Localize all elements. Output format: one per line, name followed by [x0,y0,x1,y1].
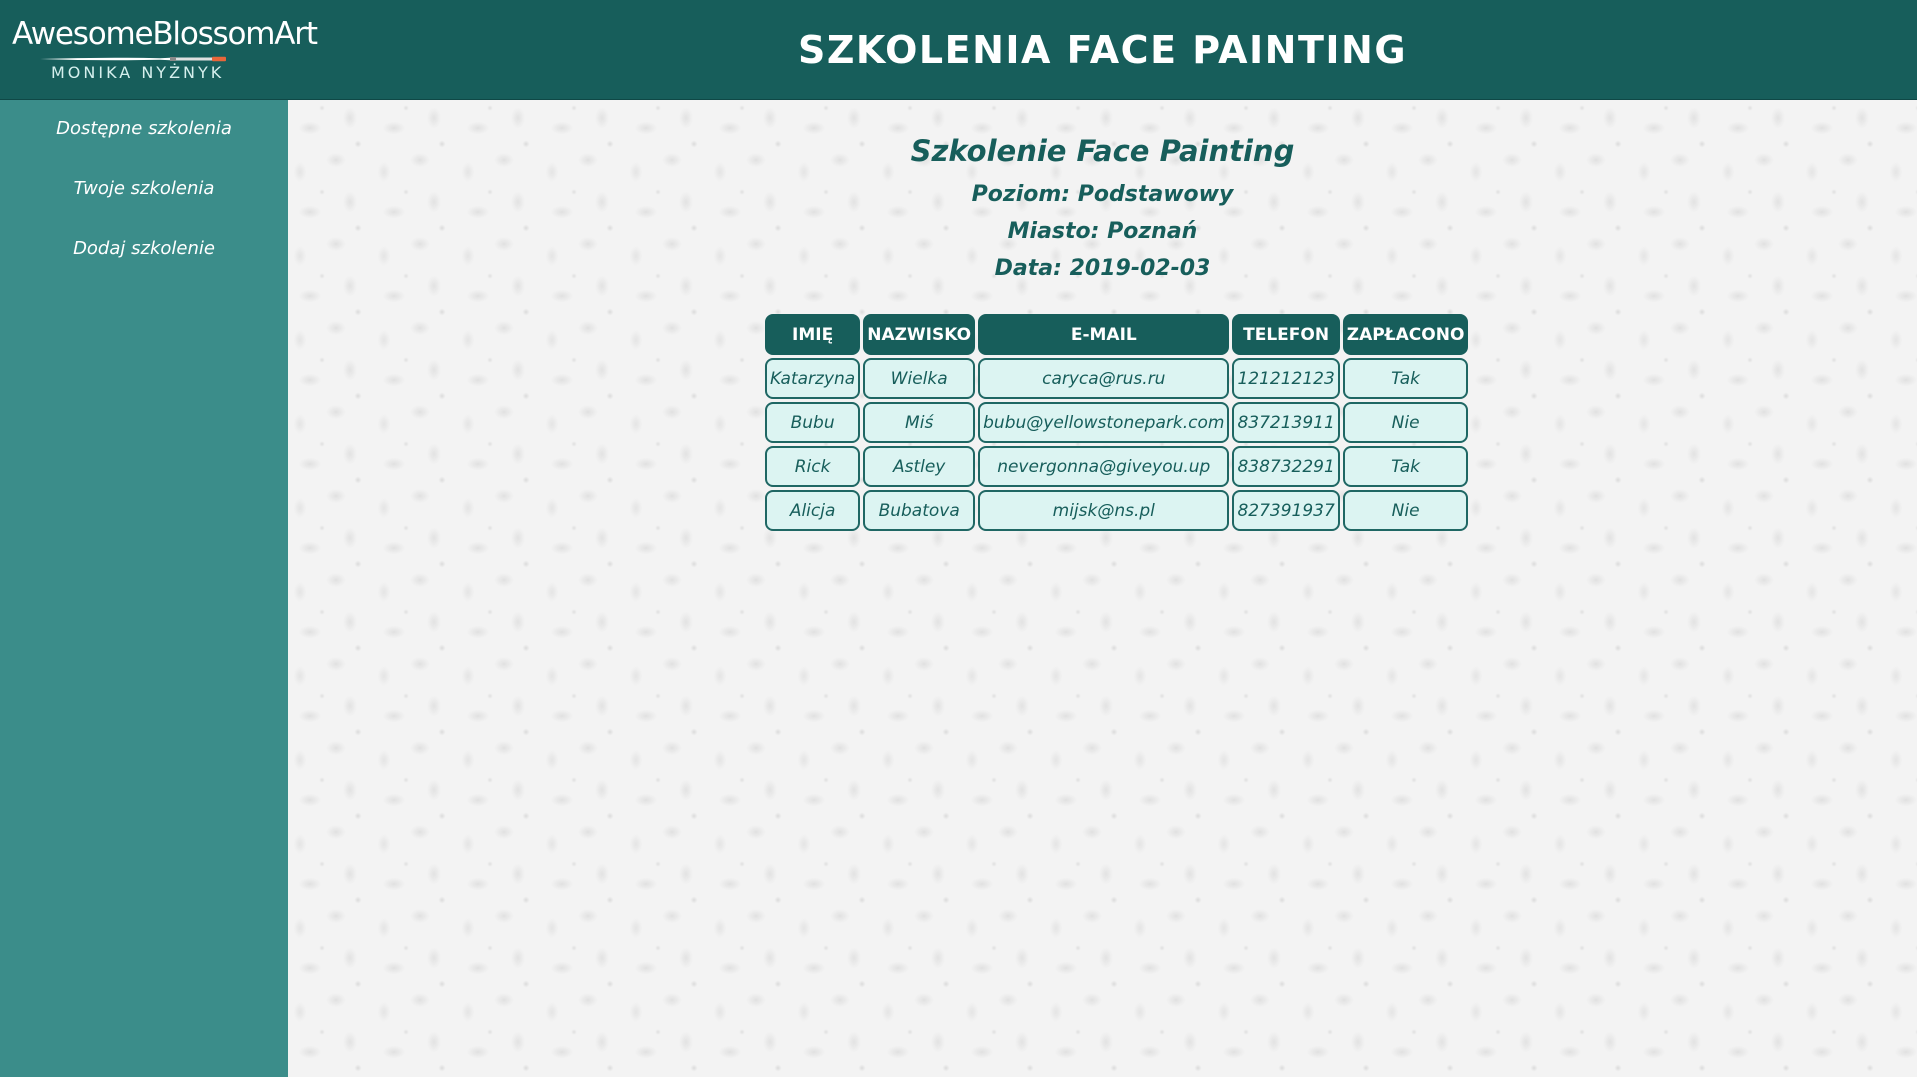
cell-nazwisko: Wielka [863,358,976,399]
logo[interactable]: AwesomeBlossomArt MONIKA NYŻNYK [0,0,318,100]
cell-zaplacono: Tak [1342,446,1469,487]
cell-imie: Alicja [765,490,861,531]
cell-nazwisko: Bubatova [863,490,976,531]
course-level: Poziom: Podstawowy [971,182,1234,207]
main-content: Szkolenie Face Painting Poziom: Podstawo… [288,100,1917,1077]
cell-imie: Rick [765,446,861,487]
paintbrush-icon [40,56,226,62]
table-row: Alicja Bubatova mijsk@ns.pl 827391937 Ni… [765,490,1469,531]
table-row: Katarzyna Wielka caryca@rus.ru 121212123… [765,358,1469,399]
column-header-nazwisko: NAZWISKO [863,314,976,355]
column-header-imie: IMIĘ [765,314,861,355]
cell-zaplacono: Nie [1342,490,1469,531]
table-row: Rick Astley nevergonna@giveyou.up 838732… [765,446,1469,487]
logo-subtitle: MONIKA NYŻNYK [51,63,225,82]
cell-zaplacono: Tak [1342,358,1469,399]
cell-email: nevergonna@giveyou.up [978,446,1230,487]
sidebar: Dostępne szkolenia Twoje szkolenia Dodaj… [0,100,288,1077]
participants-table: IMIĘ NAZWISKO E-MAIL TELEFON ZAPŁACONO K… [762,311,1471,534]
column-header-telefon: TELEFON [1232,314,1340,355]
column-header-email: E-MAIL [978,314,1230,355]
cell-nazwisko: Astley [863,446,976,487]
course-title: Szkolenie Face Painting [910,134,1295,168]
cell-telefon: 837213911 [1232,402,1340,443]
cell-imie: Bubu [765,402,861,443]
cell-telefon: 827391937 [1232,490,1340,531]
table-row: Bubu Miś bubu@yellowstonepark.com 837213… [765,402,1469,443]
page-title: SZKOLENIA FACE PAINTING [797,28,1408,72]
cell-email: caryca@rus.ru [978,358,1230,399]
course-city: Miasto: Poznań [1007,219,1198,244]
cell-zaplacono: Nie [1342,402,1469,443]
cell-imie: Katarzyna [765,358,861,399]
sidebar-item-dostepne-szkolenia[interactable]: Dostępne szkolenia [0,100,288,160]
cell-telefon: 121212123 [1232,358,1340,399]
course-date: Data: 2019-02-03 [994,256,1211,281]
sidebar-item-twoje-szkolenia[interactable]: Twoje szkolenia [0,160,288,220]
logo-text: AwesomeBlossomArt [12,16,318,52]
cell-nazwisko: Miś [863,402,976,443]
cell-email: mijsk@ns.pl [978,490,1230,531]
sidebar-item-dodaj-szkolenie[interactable]: Dodaj szkolenie [0,220,288,280]
cell-telefon: 838732291 [1232,446,1340,487]
column-header-zaplacono: ZAPŁACONO [1342,314,1469,355]
table-header-row: IMIĘ NAZWISKO E-MAIL TELEFON ZAPŁACONO [765,314,1469,355]
top-bar: AwesomeBlossomArt MONIKA NYŻNYK SZKOLENI… [0,0,1917,100]
cell-email: bubu@yellowstonepark.com [978,402,1230,443]
